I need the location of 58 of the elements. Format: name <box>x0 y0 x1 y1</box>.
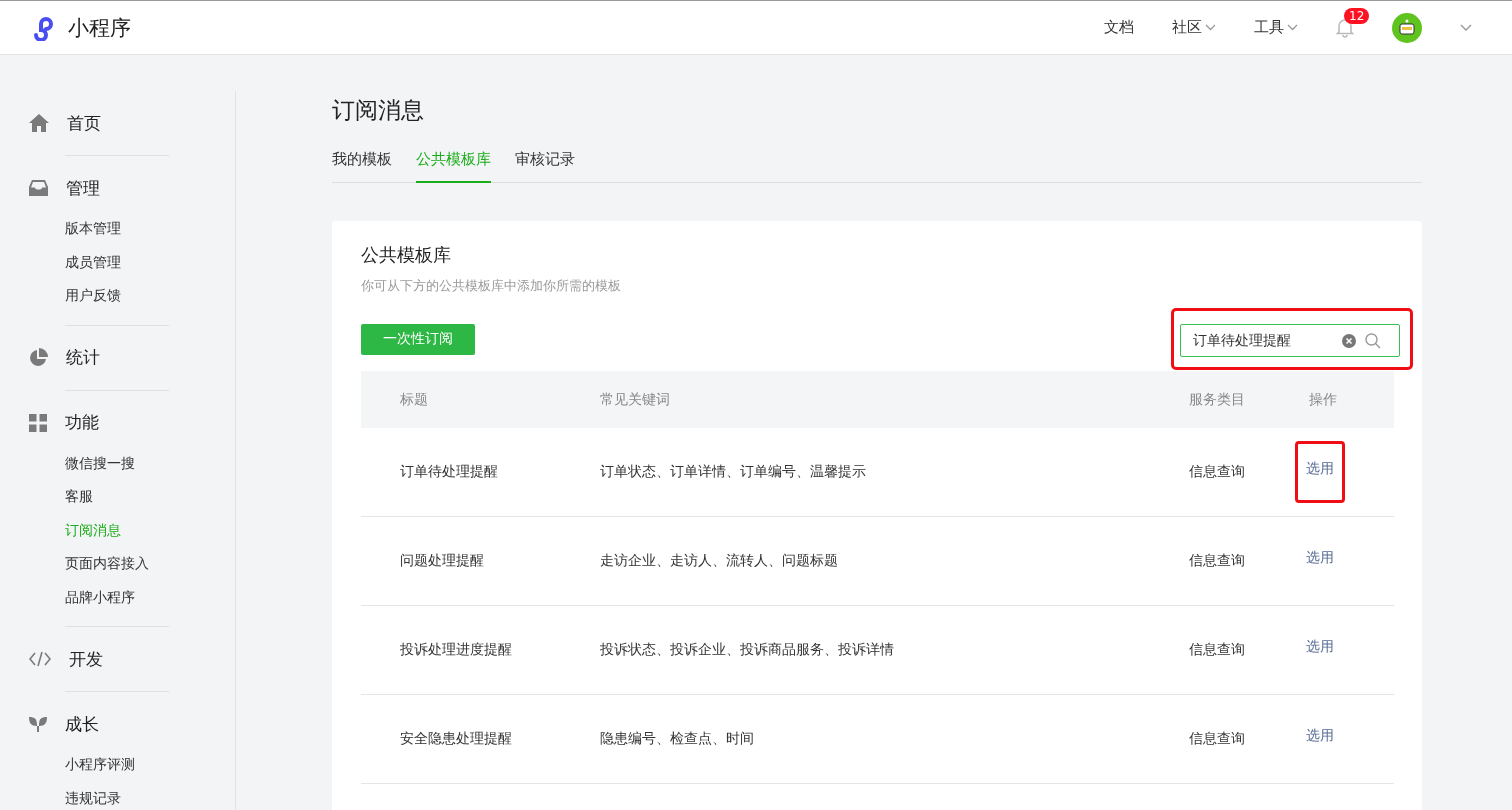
chevron-down-icon[interactable] <box>1287 24 1298 31</box>
card-title: 公共模板库 <box>361 243 452 267</box>
select-link[interactable]: 选用 <box>1306 727 1334 743</box>
sidebar-section[interactable]: 首页 <box>67 111 101 135</box>
table-cell-text: 信息查询 <box>1189 552 1246 570</box>
chevron-down-icon[interactable] <box>1205 24 1216 31</box>
search-icon[interactable] <box>1365 332 1381 349</box>
notification-badge: 12 <box>1344 7 1370 24</box>
home-icon <box>29 114 49 132</box>
caret-icon[interactable] <box>1460 23 1472 32</box>
sprout-icon <box>29 716 47 732</box>
column-header: 服务类目 <box>1189 390 1246 409</box>
table-cell-text: 信息查询 <box>1189 730 1246 748</box>
table-cell-text: 投诉状态、投诉企业、投诉商品服务、投诉详情 <box>600 641 895 659</box>
code-icon <box>29 651 51 667</box>
sidebar-item[interactable]: 用户反馈 <box>65 279 169 313</box>
nav-link[interactable]: 社区 <box>1172 18 1216 37</box>
table-cell-text: 走访企业、走访人、流转人、问题标题 <box>600 552 839 570</box>
card-subtitle: 你可从下方的公共模板库中添加你所需的模板 <box>361 277 622 295</box>
select-link[interactable]: 选用 <box>1306 549 1334 565</box>
sidebar-item[interactable]: 小程序评测 <box>65 748 169 782</box>
select-link[interactable]: 选用 <box>1306 638 1334 654</box>
tab[interactable]: 我的模板 <box>332 150 392 183</box>
sidebar-section[interactable]: 统计 <box>66 346 100 369</box>
page-title: 订阅消息 <box>332 96 425 125</box>
sidebar-section[interactable]: 功能 <box>65 411 99 434</box>
sidebar-section[interactable]: 成长 <box>65 712 99 736</box>
column-header: 操作 <box>1309 390 1338 409</box>
table-cell-text: 订单待处理提醒 <box>399 463 499 481</box>
grid-icon <box>29 413 47 432</box>
search-box[interactable]: 订单待处理提醒 <box>1180 324 1400 357</box>
logo-text[interactable]: 小程序 <box>68 13 131 42</box>
sidebar-item[interactable]: 微信搜一搜 <box>65 446 169 480</box>
tab[interactable]: 审核记录 <box>515 150 575 183</box>
sidebar-section[interactable]: 开发 <box>69 647 103 671</box>
pie-chart-icon <box>29 348 48 367</box>
column-header: 标题 <box>399 390 429 409</box>
select-link[interactable]: 选用 <box>1306 460 1334 476</box>
sidebar-section[interactable]: 管理 <box>66 176 100 200</box>
table-cell-text: 投诉处理进度提醒 <box>399 641 513 659</box>
sidebar-item[interactable]: 页面内容接入 <box>65 547 169 581</box>
table-cell-text: 问题处理提醒 <box>399 552 485 570</box>
table-cell-text: 信息查询 <box>1189 641 1246 659</box>
column-header: 常见关键词 <box>600 390 671 409</box>
nav-link[interactable]: 文档 <box>1104 18 1134 37</box>
inbox-icon <box>29 180 48 196</box>
table-cell-text: 安全隐患处理提醒 <box>399 730 513 748</box>
sidebar-item[interactable]: 成员管理 <box>65 245 169 279</box>
sidebar-item[interactable]: 客服 <box>65 480 169 514</box>
table-cell-text: 订单状态、订单详情、订单编号、温馨提示 <box>600 463 867 481</box>
sidebar-item[interactable]: 品牌小程序 <box>65 580 169 614</box>
sidebar-item[interactable]: 版本管理 <box>65 212 169 246</box>
sidebar-item[interactable]: 违规记录 <box>65 781 169 810</box>
table-cell-text: 信息查询 <box>1189 463 1246 481</box>
table-cell-text: 隐患编号、检查点、时间 <box>600 730 755 748</box>
clear-icon[interactable] <box>1342 333 1356 348</box>
avatar-icon[interactable] <box>1392 12 1422 43</box>
nav-link[interactable]: 工具 <box>1254 18 1298 37</box>
